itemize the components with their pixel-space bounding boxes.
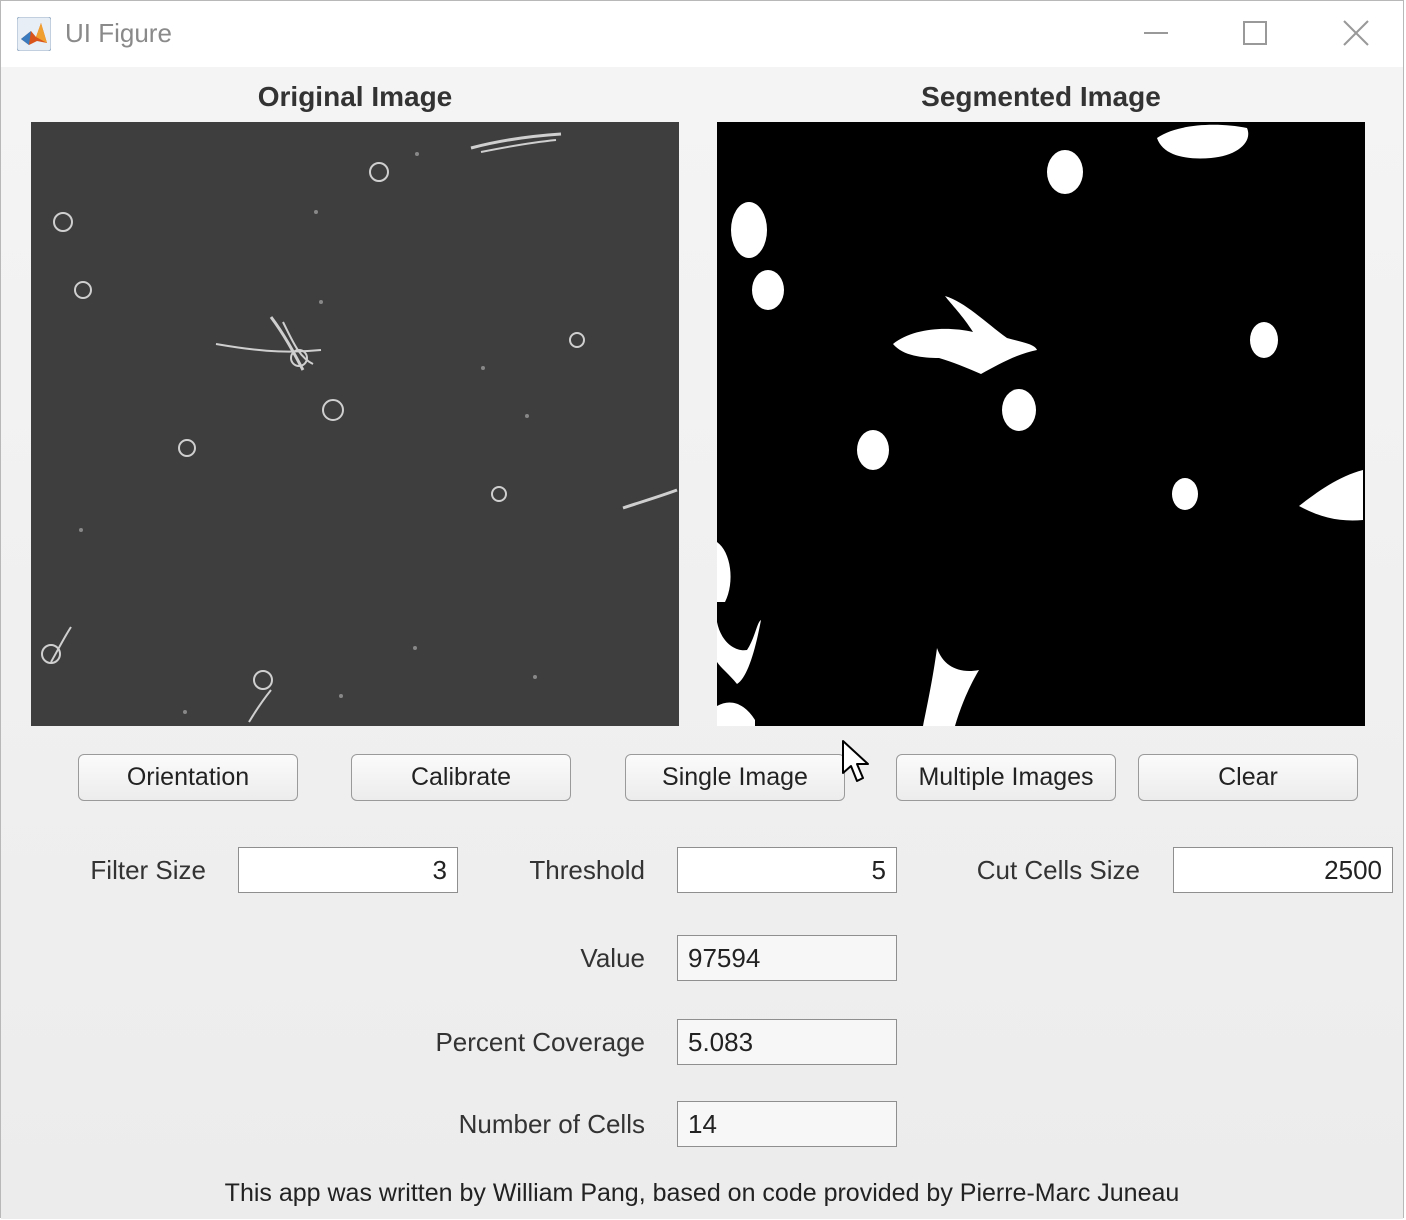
percent-coverage-field[interactable] [677,1019,897,1065]
original-image-axes [31,122,679,726]
filter-size-label: Filter Size [90,855,206,885]
original-micrograph [31,122,679,726]
number-of-cells-label: Number of Cells [458,1109,645,1139]
figure-content: Original Image Segmented Image Orientati… [1,67,1403,1219]
maximize-icon[interactable] [1233,13,1277,53]
single-image-button[interactable]: Single Image [625,754,845,801]
cut-cells-size-label: Cut Cells Size [976,855,1140,885]
author-credit: This app was written by William Pang, ba… [224,1179,1180,1207]
mouse-pointer-icon [839,739,873,785]
close-icon[interactable] [1334,13,1378,53]
number-of-cells-field[interactable] [677,1101,897,1147]
segmented-image-title: Segmented Image [921,81,1161,112]
clear-button[interactable]: Clear [1138,754,1358,801]
segmented-image-axes [717,122,1365,726]
minimize-icon[interactable] [1134,13,1178,53]
orientation-button[interactable]: Orientation [78,754,298,801]
value-field[interactable] [677,935,897,981]
multiple-images-button[interactable]: Multiple Images [896,754,1116,801]
percent-coverage-label: Percent Coverage [435,1027,645,1057]
segmented-binary-mask [717,122,1365,726]
ui-figure-window: UI Figure Original Image Segmented Image [0,0,1404,1219]
window-title: UI Figure [65,18,172,48]
threshold-label: Threshold [529,855,645,885]
threshold-field[interactable] [677,847,897,893]
cut-cells-size-field[interactable] [1173,847,1393,893]
title-bar[interactable]: UI Figure [1,1,1403,67]
calibrate-button[interactable]: Calibrate [351,754,571,801]
filter-size-field[interactable] [238,847,458,893]
original-image-title: Original Image [257,81,453,112]
matlab-logo-icon [16,16,52,52]
value-label: Value [580,943,645,973]
